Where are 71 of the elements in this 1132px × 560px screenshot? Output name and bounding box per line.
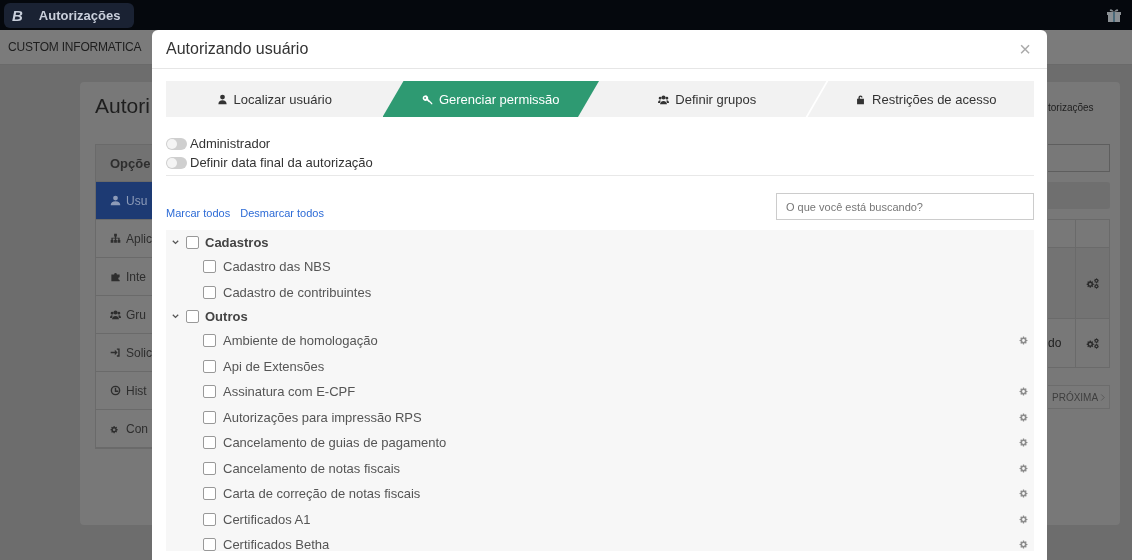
toggle-switch[interactable]	[166, 156, 187, 169]
permission-label: Carta de correção de notas fiscais	[223, 486, 421, 502]
close-button[interactable]: ×	[1017, 39, 1033, 59]
select-link[interactable]: Marcar todos	[166, 207, 231, 219]
filter-bar	[1048, 182, 1110, 209]
permission-label: Certificados A1	[223, 511, 311, 527]
toggle-switch[interactable]	[166, 137, 187, 150]
gift-icon[interactable]	[1106, 7, 1122, 23]
checkbox[interactable]	[203, 334, 216, 348]
permission-label: Cadastro de contribuintes	[223, 284, 372, 300]
company-name: CUSTOM INFORMATICA	[8, 40, 142, 54]
settings-icon[interactable]	[1019, 514, 1028, 524]
checkbox[interactable]	[203, 487, 216, 501]
settings-icon[interactable]	[1019, 336, 1028, 346]
puzzle-icon	[110, 271, 121, 282]
sitemap-icon	[110, 233, 121, 244]
settings-icon[interactable]	[1019, 387, 1028, 397]
users-icon	[658, 93, 670, 105]
menu-item[interactable]: Usu	[96, 182, 152, 220]
checkbox[interactable]	[186, 310, 199, 323]
wizard-tab[interactable]: Gerenciar permissão	[382, 81, 599, 117]
user-icon	[110, 195, 121, 206]
logo[interactable]: B	[4, 2, 31, 28]
checkbox[interactable]	[203, 512, 216, 526]
permission-label: Cadastro das NBS	[223, 259, 331, 275]
checkbox[interactable]	[203, 285, 216, 299]
wizard-tab[interactable]: Localizar usuário	[166, 81, 383, 117]
user-icon	[216, 93, 228, 105]
permission-label: Cancelamento de notas fiscais	[223, 460, 401, 476]
checkbox[interactable]	[203, 461, 216, 475]
clock-icon	[110, 385, 121, 396]
toggle-label: Administrador	[190, 136, 271, 151]
search-field[interactable]: O que você está buscando?	[776, 193, 1034, 220]
permission-label: Ambiente de homologação	[223, 333, 378, 349]
app-title[interactable]: Autorizações	[30, 2, 135, 28]
filter-field[interactable]	[1048, 144, 1110, 172]
settings-icon[interactable]	[1019, 438, 1028, 448]
lock-icon	[855, 93, 867, 105]
checkbox[interactable]	[203, 385, 216, 399]
table-cell: do	[1048, 336, 1062, 350]
checkbox[interactable]	[203, 538, 216, 552]
checkbox[interactable]	[203, 260, 216, 274]
dialog-title: Autorizando usuário	[166, 40, 309, 58]
checkbox[interactable]	[203, 359, 216, 373]
menu-header: Opçõe	[110, 155, 151, 171]
key-icon	[421, 93, 433, 105]
next-button[interactable]: PRÓXIMA	[1048, 385, 1110, 409]
caret-icon[interactable]	[171, 238, 180, 247]
permission-label: Cancelamento de guias de pagamento	[223, 435, 447, 451]
page-title: Autori	[95, 94, 151, 118]
select-link[interactable]: Desmarcar todos	[240, 207, 324, 219]
group-label: Cadastros	[205, 235, 269, 250]
wizard-tab[interactable]: Definir grupos	[599, 81, 816, 117]
checkbox[interactable]	[186, 236, 199, 249]
users-icon	[110, 309, 121, 320]
settings-icon[interactable]	[1019, 463, 1028, 473]
wizard-tab[interactable]: Restrições de acesso	[817, 81, 1034, 117]
checkbox[interactable]	[203, 436, 216, 450]
settings-icon[interactable]	[1019, 540, 1028, 550]
permission-label: Assinatura com E-CPF	[223, 384, 356, 400]
breadcrumb-link[interactable]: torizações	[1048, 102, 1110, 116]
permission-label: Autorizações para impressão RPS	[223, 409, 422, 425]
permission-label: Api de Extensões	[223, 358, 325, 374]
checkbox[interactable]	[203, 410, 216, 424]
toggle-label: Definir data final da autorização	[190, 155, 373, 170]
settings-icon[interactable]	[1019, 489, 1028, 499]
sign-in-icon	[110, 347, 121, 358]
group-label: Outros	[205, 309, 248, 324]
caret-icon[interactable]	[171, 312, 180, 321]
permission-label: Certificados Betha	[223, 537, 330, 553]
settings-icon[interactable]	[1019, 412, 1028, 422]
